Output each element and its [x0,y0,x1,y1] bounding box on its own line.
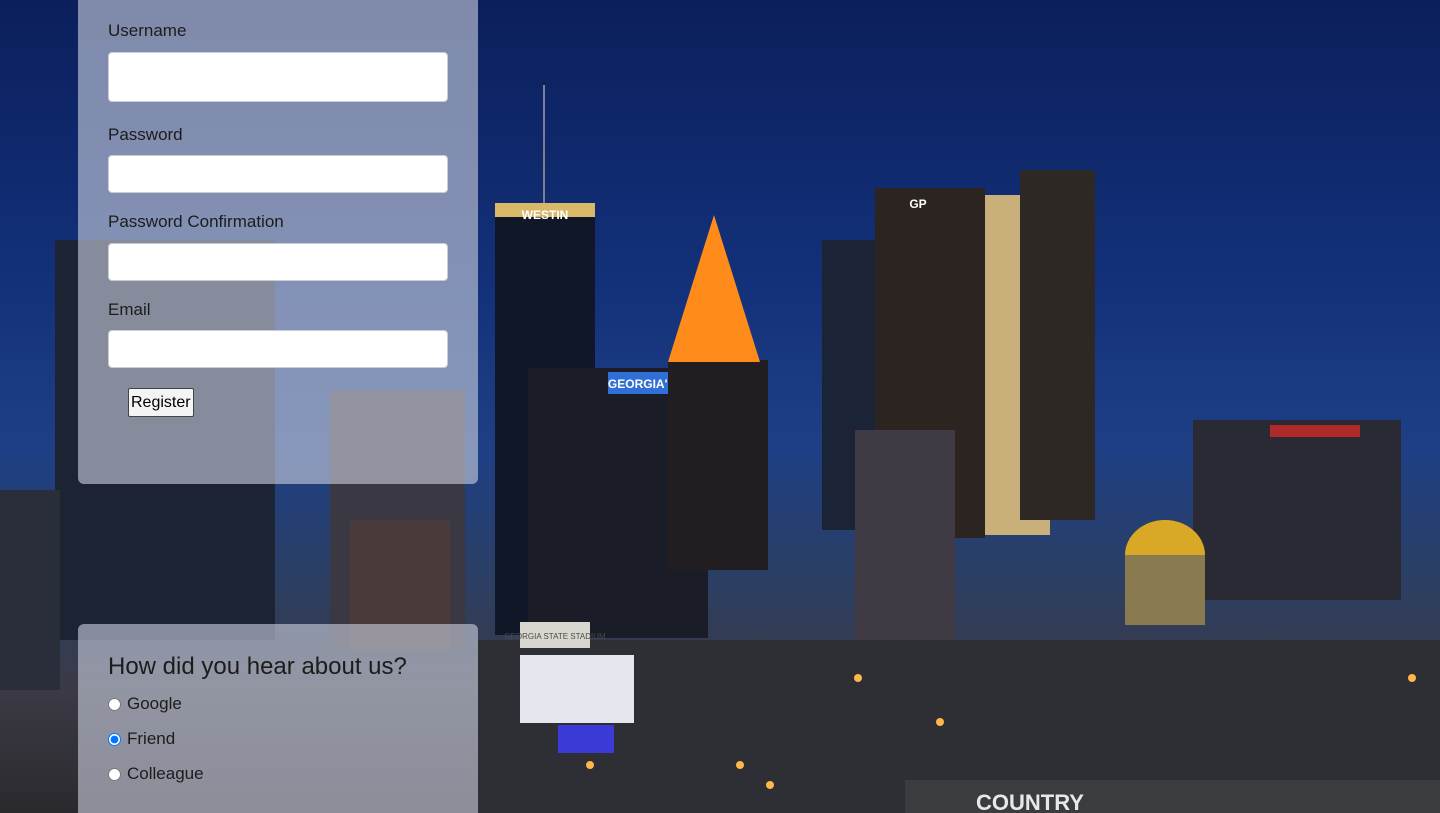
colleague-radio-label: Colleague [127,764,204,783]
friend-radio-label: Friend [127,729,176,748]
orange-spire [668,215,760,362]
password-label: Password [108,125,183,144]
survey-title: How did you hear about us? [108,653,407,680]
registration-form: Username Password Password Confirmation … [78,0,478,484]
colleague-radio[interactable] [108,767,121,781]
email-input[interactable] [108,330,448,368]
username-label: Username [108,21,187,40]
register-button[interactable]: Register [128,388,194,417]
friend-radio[interactable] [108,732,121,746]
stadium-sign: GEORGIA STATE STADIUM [504,632,606,641]
gp-sign: GP [909,197,926,211]
google-radio[interactable] [108,697,121,711]
radio-option-colleague[interactable]: Colleague [108,764,204,784]
radio-option-google[interactable]: Google [108,694,182,714]
google-radio-label: Google [127,694,182,713]
password-confirmation-input[interactable] [108,243,448,281]
referral-survey: How did you hear about us? Google Friend… [78,624,478,813]
country-sign: COUNTRY [976,790,1084,813]
username-input[interactable] [108,52,448,102]
email-label: Email [108,300,151,319]
radio-option-friend[interactable]: Friend [108,729,175,749]
password-input[interactable] [108,155,448,193]
westin-sign: WESTIN [522,208,569,222]
password-confirmation-label: Password Confirmation [108,212,284,231]
